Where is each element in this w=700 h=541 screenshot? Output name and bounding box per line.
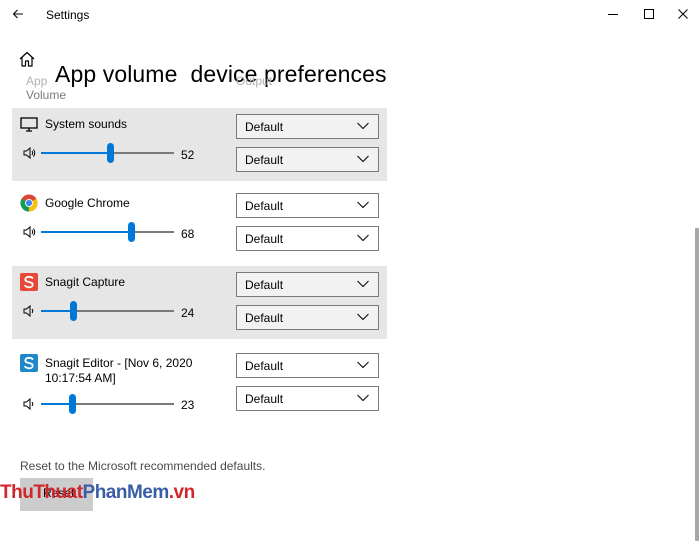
home-icon [19,51,35,67]
input-device-select[interactable]: Default [236,147,379,172]
app-row-google-chrome: Google Chrome 68 Default Default [12,187,387,260]
watermark-logo: ThuThuatPhanMem.vn [0,482,195,511]
speaker-icon[interactable] [23,146,37,160]
volume-value: 68 [181,227,195,241]
snagit-editor-icon [20,354,38,372]
scrollbar-thumb[interactable] [695,228,699,541]
speaker-icon[interactable] [23,225,37,239]
output-device-select[interactable]: Default [236,272,379,297]
volume-value: 24 [181,306,195,320]
close-icon [678,9,688,19]
column-header-app: App [26,74,48,88]
arrow-left-icon [12,9,23,19]
title-bar: Settings [0,0,700,30]
slider-fill [41,231,132,233]
select-value: Default [245,311,284,325]
chrome-icon [20,194,38,212]
input-device-select[interactable]: Default [236,386,379,411]
select-value: Default [245,359,284,373]
chevron-down-icon [357,122,369,130]
chevron-down-icon [357,313,369,321]
input-device-select[interactable]: Default [236,305,379,330]
window-title: Settings [46,8,90,22]
select-value: Default [245,278,284,292]
slider-thumb[interactable] [107,143,115,163]
back-button[interactable] [6,3,30,25]
speaker-icon[interactable] [23,397,37,411]
watermark-part-2: PhanMem [82,482,170,503]
chevron-down-icon [357,394,369,402]
chevron-down-icon [357,361,369,369]
select-value: Default [245,232,284,246]
page-title: App volume device preferences [55,61,387,88]
slider-fill [41,152,111,154]
chevron-down-icon [357,155,369,163]
maximize-icon [644,9,654,19]
output-device-select[interactable]: Default [236,353,379,378]
minimize-button[interactable] [596,0,630,28]
maximize-button[interactable] [632,0,666,28]
minimize-icon [608,14,618,15]
close-button[interactable] [666,0,700,28]
app-name: Snagit Editor - [Nov 6, 2020 10:17:54 AM… [45,356,193,385]
volume-slider[interactable] [41,394,174,414]
select-value: Default [245,120,284,134]
input-device-select[interactable]: Default [236,226,379,251]
slider-fill [41,310,73,312]
app-list: System sounds 52 Default Default Google … [0,102,694,511]
volume-slider[interactable] [41,301,174,321]
column-header-output: Output [236,74,273,88]
speaker-icon[interactable] [23,304,37,318]
output-device-select[interactable]: Default [236,114,379,139]
volume-slider[interactable] [41,222,174,242]
app-row-system-sounds: System sounds 52 Default Default [12,108,387,181]
app-name: Google Chrome [45,196,130,210]
scrollbar[interactable] [694,30,700,541]
column-header-app-volume: App Volume [26,74,66,102]
app-name: System sounds [45,117,128,131]
volume-slider[interactable] [41,143,174,163]
slider-fill [41,403,72,405]
volume-value: 52 [181,148,195,162]
slider-thumb[interactable] [128,222,136,242]
monitor-icon [20,115,38,133]
slider-thumb[interactable] [68,394,76,414]
column-header-volume: Volume [26,88,67,102]
chevron-down-icon [357,201,369,209]
watermark-part-3: .vn [168,482,195,503]
home-button[interactable] [18,50,38,70]
reset-description: Reset to the Microsoft recommended defau… [20,459,266,473]
slider-thumb[interactable] [69,301,77,321]
select-value: Default [245,199,284,213]
select-value: Default [245,153,284,167]
watermark-part-1: ThuThuat [0,482,83,503]
app-row-snagit-editor: Snagit Editor - [Nov 6, 2020 10:17:54 AM… [12,347,387,420]
output-device-select[interactable]: Default [236,193,379,218]
select-value: Default [245,392,284,406]
chevron-down-icon [357,234,369,242]
chevron-down-icon [357,280,369,288]
column-header-output-input: Output [236,74,272,88]
app-row-snagit-capture: Snagit Capture 24 Default Default [12,266,387,339]
page-header: App volume device preferences [0,40,700,87]
volume-value: 23 [181,398,195,412]
snagit-capture-icon [20,273,38,291]
app-name: Snagit Capture [45,275,126,289]
